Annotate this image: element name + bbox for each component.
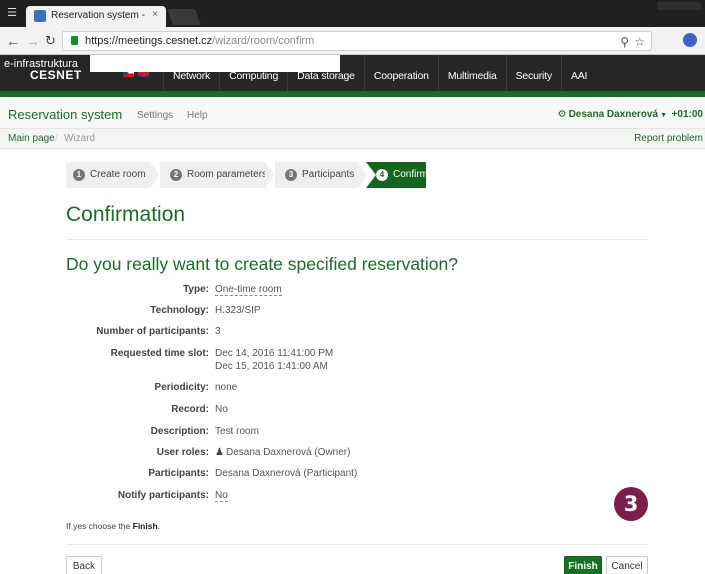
url-suggestion-overlay — [90, 55, 340, 72]
wizard-steps: 1 Create room 2 Room parameters 3 Participa… — [66, 162, 436, 188]
detail-value-user-roles: ♟ Desana Daxnerová (Owner) — [215, 447, 351, 458]
favicon-icon — [34, 10, 46, 22]
detail-value-time-end: Dec 15, 2016 1:41:00 AM — [215, 361, 328, 372]
breadcrumb-wizard: Wizard — [64, 133, 96, 144]
report-problem-link[interactable]: Report problem — [634, 133, 703, 144]
detail-value-time-start: Dec 14, 2016 11:41:00 PM — [215, 348, 334, 359]
back-arrow-icon[interactable]: ← — [6, 33, 20, 49]
step-number-badge: 3 — [614, 487, 648, 521]
user-icon: ♟ — [215, 447, 224, 458]
settings-link[interactable]: Settings — [137, 110, 173, 121]
detail-value-description: Test room — [215, 426, 259, 437]
user-menu[interactable]: ⚙ Desana Daxnerová ▼ — [558, 109, 667, 120]
detail-label-participants: Participants: — [148, 468, 209, 479]
detail-label-participant-count: Number of participants: — [96, 326, 209, 337]
cesnet-logo[interactable]: e-infrastruktura CESNET — [4, 59, 82, 82]
wizard-step-room-parameters[interactable]: 2 Room parameters — [160, 162, 267, 188]
confirmation-question: Do you really want to create specified r… — [66, 254, 459, 274]
caret-down-icon: ▼ — [660, 112, 667, 119]
breadcrumb: Main page / Wizard Report problem — [0, 129, 705, 149]
wizard-step-participants[interactable]: 3 Participants — [275, 162, 358, 188]
breadcrumb-main-page[interactable]: Main page — [8, 133, 55, 144]
finish-hint: If yes choose the Finish. — [66, 521, 161, 531]
detail-label-time-slot: Requested time slot: — [110, 348, 209, 359]
nav-security[interactable]: Security — [505, 55, 561, 91]
detail-value-participant-count: 3 — [215, 326, 221, 337]
back-button[interactable]: Back — [66, 556, 102, 574]
detail-label-technology: Technology: — [150, 305, 209, 316]
tab-title: Reservation system - Wi — [51, 10, 146, 21]
detail-label-user-roles: User roles: — [156, 447, 209, 458]
detail-value-record: No — [215, 404, 228, 415]
nav-multimedia[interactable]: Multimedia — [437, 55, 506, 91]
finish-button[interactable]: Finish — [564, 556, 602, 574]
address-bar: ← → ↻ https://meetings.cesnet.cz/wizard/… — [0, 27, 705, 55]
forward-arrow-icon[interactable]: → — [26, 33, 40, 49]
browser-menu-icon[interactable]: ☰ — [0, 0, 24, 27]
bookmark-star-icon[interactable]: ☆ — [634, 35, 645, 49]
detail-label-type: Type: — [183, 284, 209, 295]
cancel-button[interactable]: Cancel — [606, 556, 648, 574]
url-input[interactable]: https://meetings.cesnet.cz/wizard/room/c… — [62, 31, 652, 51]
help-link[interactable]: Help — [187, 110, 208, 121]
nav-cooperation[interactable]: Cooperation — [363, 55, 438, 91]
app-navbar: Reservation system Settings Help ⚙ Desana… — [0, 97, 705, 129]
gear-icon: ⚙ — [557, 109, 567, 120]
detail-value-notify[interactable]: No — [215, 490, 228, 502]
detail-label-record: Record: — [171, 404, 209, 415]
app-title[interactable]: Reservation system — [8, 107, 122, 122]
zoom-icon[interactable]: ⚲ — [620, 35, 629, 49]
detail-value-participants: Desana Daxnerová (Participant) — [215, 468, 358, 479]
wizard-step-create-room[interactable]: 1 Create room — [66, 162, 150, 188]
page-title: Confirmation — [66, 203, 186, 226]
footer-divider — [66, 544, 648, 545]
browser-tab-bar: ☰ Reservation system - Wi × — [0, 0, 705, 27]
url-text: https://meetings.cesnet.cz/wizard/room/c… — [85, 35, 315, 47]
browser-tab[interactable]: Reservation system - Wi × — [26, 6, 166, 27]
detail-label-notify: Notify participants: — [117, 490, 209, 501]
divider — [66, 239, 648, 240]
reload-icon[interactable]: ↻ — [45, 33, 56, 49]
extension-icon[interactable] — [683, 33, 697, 47]
breadcrumb-separator: / — [55, 133, 58, 144]
lock-icon — [71, 36, 78, 45]
detail-value-periodicity: none — [215, 382, 238, 393]
tab-close-icon[interactable]: × — [152, 9, 158, 20]
new-tab-button[interactable] — [167, 9, 201, 25]
timezone-label[interactable]: +01:00 — [672, 109, 703, 120]
window-controls[interactable] — [657, 2, 701, 10]
detail-label-description: Description: — [150, 426, 209, 437]
detail-value-technology: H.323/SIP — [215, 305, 261, 316]
nav-aai[interactable]: AAI — [560, 55, 596, 91]
detail-label-periodicity: Periodicity: — [154, 382, 209, 393]
detail-value-type[interactable]: One-time room — [215, 284, 282, 296]
